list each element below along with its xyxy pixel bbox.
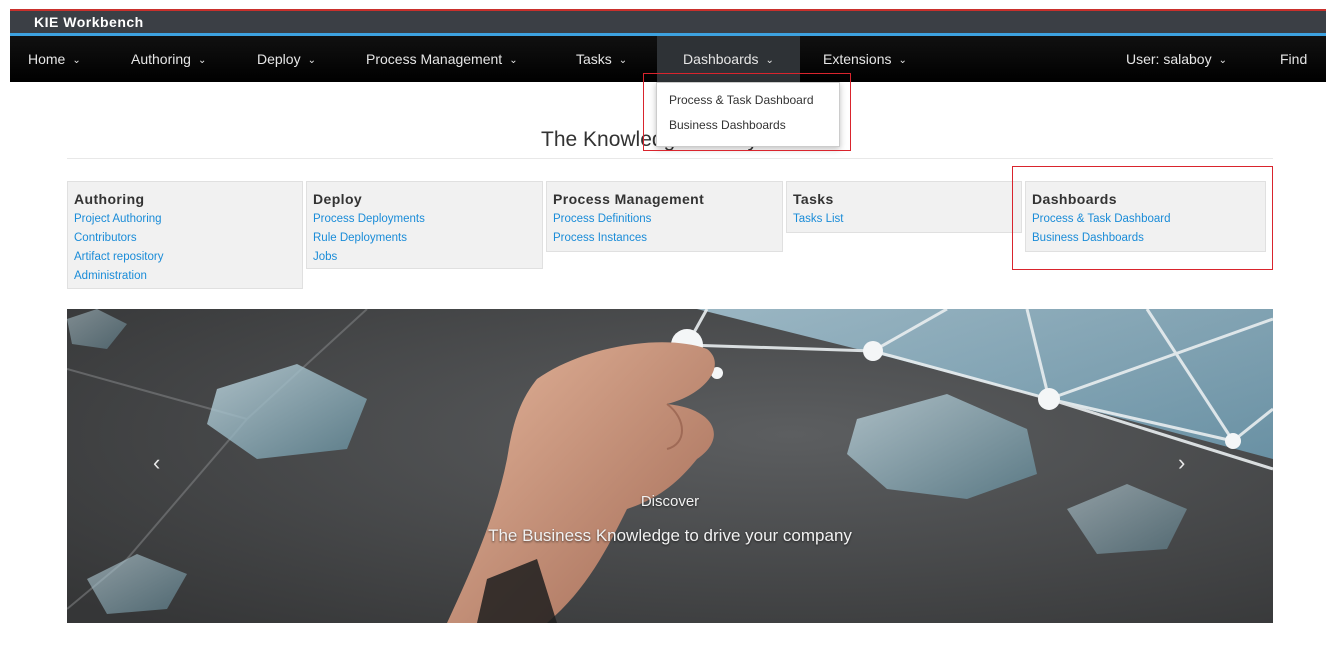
hero-carousel xyxy=(67,309,1273,623)
dropdown-item-business-dashboards[interactable]: Business Dashboards xyxy=(669,118,786,132)
app-title: KIE Workbench xyxy=(34,14,144,30)
nav-dashboards-label: Dashboards xyxy=(683,51,759,67)
nav-tasks[interactable]: Tasks ⌄ xyxy=(576,36,627,82)
chevron-down-icon: ⌄ xyxy=(1218,55,1227,66)
nav-deploy[interactable]: Deploy ⌄ xyxy=(257,36,316,82)
nav-find[interactable]: Find xyxy=(1280,36,1307,82)
nav-process-management-label: Process Management xyxy=(366,51,503,67)
carousel-caption-text: The Business Knowledge to drive your com… xyxy=(488,526,852,545)
carousel-background-image xyxy=(67,309,1273,623)
main-navbar: Home ⌄ Authoring ⌄ Deploy ⌄ Process Managem… xyxy=(10,36,1326,82)
nav-authoring-label: Authoring xyxy=(131,51,191,67)
link-business-dashboards[interactable]: Business Dashboards xyxy=(1032,229,1265,248)
link-process-instances[interactable]: Process Instances xyxy=(553,229,782,248)
nav-deploy-label: Deploy xyxy=(257,51,301,67)
card-dashboards: Dashboards Process & Task Dashboard Busi… xyxy=(1025,181,1266,252)
app-brand-bar: KIE Workbench xyxy=(10,11,1326,33)
chevron-down-icon: ⌄ xyxy=(72,55,81,66)
chevron-down-icon: ⌄ xyxy=(765,55,774,66)
find-label: Find xyxy=(1280,51,1308,67)
link-project-authoring[interactable]: Project Authoring xyxy=(74,210,302,229)
nav-user-menu[interactable]: User: salaboy ⌄ xyxy=(1126,36,1227,82)
nav-tasks-label: Tasks xyxy=(576,51,612,67)
carousel-prev-icon[interactable]: ‹ xyxy=(153,450,160,476)
dropdown-item-process-task-dashboard[interactable]: Process & Task Dashboard xyxy=(669,93,814,107)
nav-dashboards[interactable]: Dashboards ⌄ xyxy=(657,36,800,82)
nav-authoring[interactable]: Authoring ⌄ xyxy=(131,36,206,82)
card-tasks-title: Tasks xyxy=(793,191,834,207)
carousel-caption-heading: Discover xyxy=(640,493,700,510)
card-dashboards-title: Dashboards xyxy=(1032,191,1117,207)
chevron-down-icon: ⌄ xyxy=(197,55,207,66)
card-deploy: Deploy Process Deployments Rule Deployme… xyxy=(306,181,543,269)
nav-extensions-label: Extensions xyxy=(823,51,892,67)
chevron-down-icon: ⌄ xyxy=(618,55,628,66)
card-process-management: Process Management Process Definitions P… xyxy=(546,181,783,252)
chevron-down-icon: ⌄ xyxy=(898,55,907,66)
link-process-definitions[interactable]: Process Definitions xyxy=(553,210,782,229)
nav-extensions[interactable]: Extensions ⌄ xyxy=(823,36,907,82)
card-authoring-title: Authoring xyxy=(74,191,145,207)
user-menu-label: User: salaboy xyxy=(1126,51,1212,67)
link-process-task-dashboard[interactable]: Process & Task Dashboard xyxy=(1032,210,1265,229)
chevron-down-icon: ⌄ xyxy=(307,55,316,66)
card-tasks: Tasks Tasks List xyxy=(786,181,1022,233)
carousel-next-icon[interactable]: › xyxy=(1178,450,1185,476)
card-process-management-title: Process Management xyxy=(553,191,705,207)
link-tasks-list[interactable]: Tasks List xyxy=(793,210,1021,229)
card-deploy-title: Deploy xyxy=(313,191,363,207)
link-contributors[interactable]: Contributors xyxy=(74,229,302,248)
link-artifact-repository[interactable]: Artifact repository xyxy=(74,248,302,267)
nav-process-management[interactable]: Process Management ⌄ xyxy=(366,36,518,82)
nav-home-label: Home xyxy=(28,51,66,67)
link-process-deployments[interactable]: Process Deployments xyxy=(313,210,542,229)
link-jobs[interactable]: Jobs xyxy=(313,248,542,267)
link-rule-deployments[interactable]: Rule Deployments xyxy=(313,229,542,248)
title-divider xyxy=(67,158,1273,159)
nav-home[interactable]: Home ⌄ xyxy=(28,36,81,82)
dashboards-dropdown-menu: Process & Task Dashboard Business Dashbo… xyxy=(656,82,840,147)
card-authoring: Authoring Project Authoring Contributors… xyxy=(67,181,303,289)
chevron-down-icon: ⌄ xyxy=(509,55,518,66)
link-administration[interactable]: Administration xyxy=(74,267,302,286)
